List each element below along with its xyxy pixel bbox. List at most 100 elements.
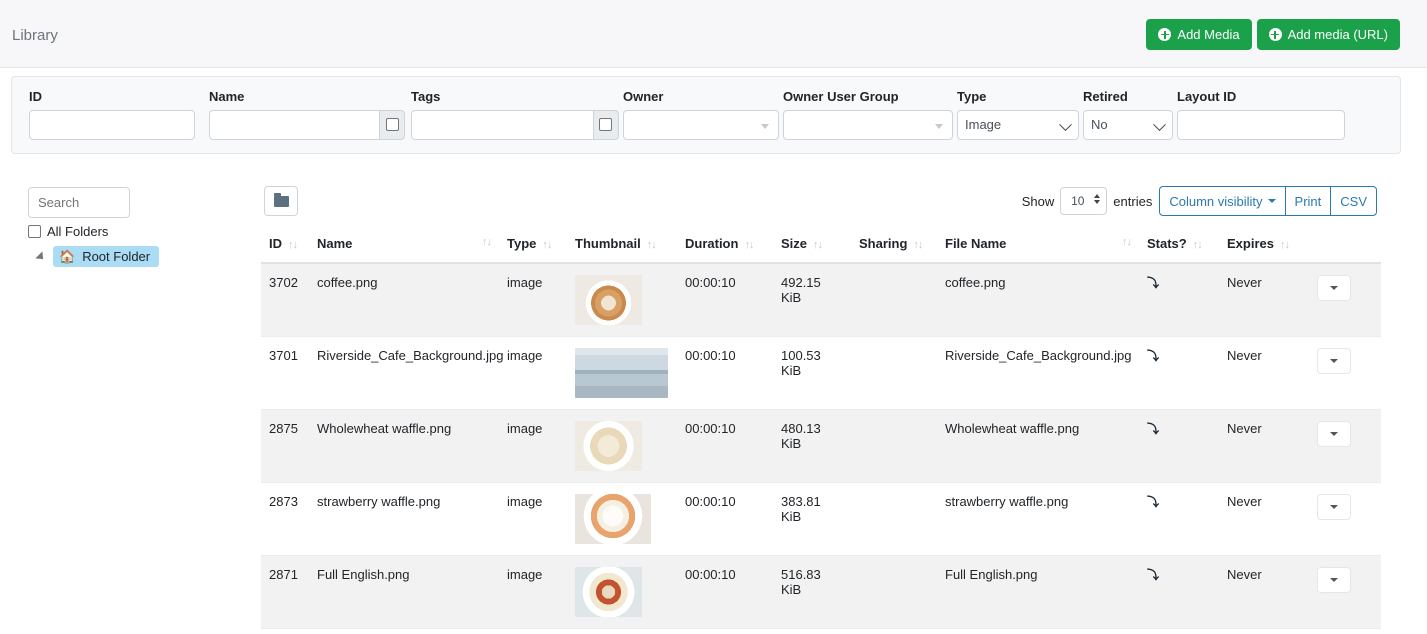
col-label-thumbnail: Thumbnail [575,236,641,251]
filter-panel: ID Name Tags [11,76,1401,154]
media-thumbnail[interactable] [575,348,668,398]
filter-type-value: Image [965,117,1001,132]
cell-actions [1309,337,1381,410]
page-header: Library Add Media Add media (URL) [0,0,1427,68]
print-button[interactable]: Print [1285,186,1331,216]
folder-tree: 🏠 Root Folder [38,246,159,267]
checkbox-icon[interactable] [599,118,612,131]
sort-icon: ↑↓ [647,239,656,251]
filter-name-checkbox-addon[interactable] [379,110,405,140]
cell-name: Wholewheat waffle.png [309,410,499,483]
stats-glyph-icon: ⤵ [1147,276,1159,290]
col-header-expires[interactable]: Expires↑↓ [1219,226,1309,263]
col-header-file-name[interactable]: File Name↑↓ [937,226,1139,263]
row-actions-dropdown-button[interactable] [1317,275,1351,301]
stepper-arrows-icon[interactable] [1094,194,1100,204]
cell-stats: ⤵ [1139,556,1219,629]
col-header-id[interactable]: ID↑↓ [261,226,309,263]
filter-tags-input[interactable] [411,110,593,140]
stats-glyph-icon: ⤵ [1147,349,1159,363]
filter-id-input[interactable] [29,110,195,140]
table-row[interactable]: 2871Full English.pngimage00:00:10516.83 … [261,556,1381,629]
col-label-id: ID [269,236,282,251]
cell-sharing [851,263,937,337]
col-header-name[interactable]: Name↑↓ [309,226,499,263]
col-header-size[interactable]: Size↑↓ [773,226,851,263]
filter-tags-checkbox-addon[interactable] [593,110,619,140]
entries-select[interactable]: 10 [1060,187,1107,215]
cell-size: 492.15 KiB [773,263,851,337]
media-thumbnail[interactable] [575,567,642,617]
cell-thumbnail[interactable] [567,263,677,337]
add-media-url-button[interactable]: Add media (URL) [1257,19,1400,50]
row-actions-dropdown-button[interactable] [1317,348,1351,374]
chevron-down-icon [1330,578,1338,582]
filter-id-group: ID [29,89,195,140]
cell-duration: 00:00:10 [677,337,773,410]
add-media-button[interactable]: Add Media [1146,19,1251,50]
all-folders-checkbox-icon[interactable] [28,225,41,238]
table-row[interactable]: 2875Wholewheat waffle.pngimage00:00:1048… [261,410,1381,483]
media-thumbnail[interactable] [575,421,642,471]
filter-retired-label: Retired [1083,89,1173,105]
cell-size: 100.53 KiB [773,337,851,410]
row-actions-dropdown-button[interactable] [1317,567,1351,593]
filter-type-select[interactable]: Image [957,110,1079,140]
cell-thumbnail[interactable] [567,410,677,483]
col-label-stats: Stats? [1147,236,1187,251]
col-header-sharing[interactable]: Sharing↑↓ [851,226,937,263]
filter-owner-select[interactable] [623,110,779,140]
show-label: Show [1022,194,1055,209]
sort-icon: ↑↓ [813,239,822,251]
cell-thumbnail[interactable] [567,556,677,629]
col-label-expires: Expires [1227,236,1274,251]
chevron-down-icon [1330,286,1338,290]
csv-button[interactable]: CSV [1330,186,1377,216]
column-visibility-button[interactable]: Column visibility [1159,186,1284,216]
table-row[interactable]: 3702coffee.pngimage00:00:10492.15 KiBcof… [261,263,1381,337]
filter-layout-id-input[interactable] [1177,110,1345,140]
cell-sharing [851,410,937,483]
cell-id: 2875 [261,410,309,483]
toolbar-right: Show 10 entries Column visibility [1022,186,1377,216]
filter-owner-user-group-group: Owner User Group [783,89,953,140]
tree-collapse-icon[interactable] [35,251,46,262]
filter-tags-label: Tags [411,89,619,105]
table-row[interactable]: 3701Riverside_Cafe_Background.jpgimage00… [261,337,1381,410]
plus-circle-icon [1269,28,1282,41]
cell-duration: 00:00:10 [677,263,773,337]
folder-icon [274,196,289,207]
media-thumbnail[interactable] [575,494,651,544]
cell-stats: ⤵ [1139,337,1219,410]
cell-sharing [851,556,937,629]
home-icon: 🏠 [59,250,75,263]
filter-retired-select[interactable]: No [1083,110,1173,140]
filter-layout-id-label: Layout ID [1177,89,1345,105]
cell-name: Riverside_Cafe_Background.jpg [309,337,499,410]
col-header-type[interactable]: Type↑↓ [499,226,567,263]
filter-name-input[interactable] [209,110,379,140]
cell-file-name: coffee.png [937,263,1139,337]
filter-type-group: Type Image [957,89,1079,140]
header-actions: Add Media Add media (URL) [1146,19,1400,50]
sort-icon: ↑↓ [542,239,551,251]
cell-thumbnail[interactable] [567,337,677,410]
col-header-stats[interactable]: Stats?↑↓ [1139,226,1219,263]
checkbox-icon[interactable] [386,118,399,131]
cell-thumbnail[interactable] [567,483,677,556]
col-header-duration[interactable]: Duration↑↓ [677,226,773,263]
all-folders-row[interactable]: All Folders [28,224,108,239]
table-row[interactable]: 2873strawberry waffle.pngimage00:00:1038… [261,483,1381,556]
media-table: ID↑↓ Name↑↓ Type↑↓ Thumbnail↑↓ Duration↑… [261,226,1381,629]
col-header-thumbnail[interactable]: Thumbnail ↑↓ [567,226,677,263]
folder-search-input[interactable] [28,187,130,218]
filter-name-group: Name [209,89,405,140]
media-thumbnail[interactable] [575,275,642,325]
stats-glyph-icon: ⤵ [1147,495,1159,509]
folder-toggle-button[interactable] [264,186,298,216]
row-actions-dropdown-button[interactable] [1317,494,1351,520]
row-actions-dropdown-button[interactable] [1317,421,1351,447]
filter-owner-user-group-select[interactable] [783,110,953,140]
sidebar-item-root-folder[interactable]: 🏠 Root Folder [53,246,159,267]
filter-id-label: ID [29,89,195,105]
